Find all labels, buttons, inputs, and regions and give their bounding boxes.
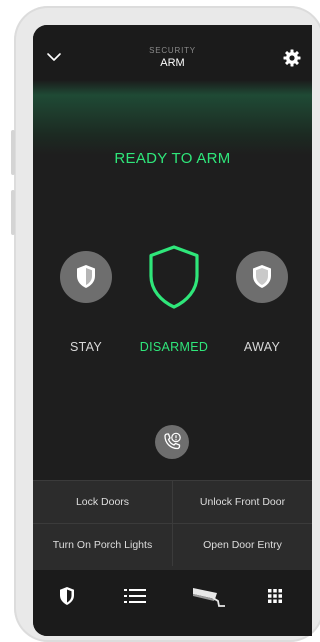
shield-icon: [60, 587, 74, 605]
lock-doors-button[interactable]: Lock Doors: [33, 481, 173, 524]
phone-alert-icon: [164, 432, 181, 450]
grid-icon: [268, 589, 282, 603]
turn-on-porch-lights-button[interactable]: Turn On Porch Lights: [33, 524, 173, 566]
open-door-entry-button[interactable]: Open Door Entry: [173, 524, 312, 566]
stay-mode-button[interactable]: [60, 251, 112, 303]
page-title: SECURITY ARM: [33, 46, 312, 70]
shield-icon: [77, 265, 95, 288]
away-mode-label: AWAY: [243, 340, 281, 354]
page-title-text: ARM: [160, 57, 185, 69]
volume-up-button: [11, 130, 15, 175]
stay-mode-label: STAY: [70, 340, 102, 354]
arm-status-text: READY TO ARM: [114, 150, 231, 167]
header: SECURITY ARM: [33, 25, 312, 155]
volume-down-button: [11, 190, 15, 235]
away-mode-button[interactable]: [236, 251, 288, 303]
list-icon: [124, 589, 146, 603]
disarmed-mode-label: DISARMED: [139, 340, 209, 354]
camera-icon: [193, 588, 225, 607]
tab-list[interactable]: [105, 570, 165, 622]
disarmed-shield-icon[interactable]: [146, 244, 202, 310]
tab-grid[interactable]: [245, 570, 305, 622]
app-screen: SECURITY ARM READY TO ARM STAY DISARMED …: [33, 25, 312, 636]
tab-security[interactable]: [37, 570, 97, 622]
tab-cameras[interactable]: [179, 570, 239, 622]
bottom-tab-bar: [33, 570, 312, 636]
unlock-front-door-button[interactable]: Unlock Front Door: [173, 481, 312, 524]
emergency-call-button[interactable]: [155, 425, 189, 459]
shield-icon: [253, 265, 271, 288]
page-subtitle: SECURITY: [149, 46, 196, 55]
gear-icon[interactable]: [282, 48, 302, 68]
